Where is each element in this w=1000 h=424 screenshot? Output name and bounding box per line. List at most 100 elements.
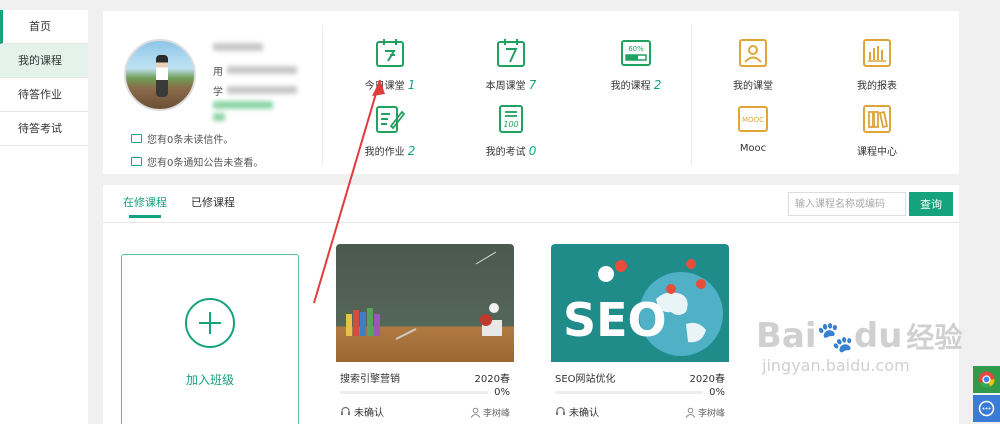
avatar[interactable] [124,39,196,111]
headset-icon [341,406,350,415]
course-progress-text: 0% [709,387,725,398]
course-teacher: 李树峰 [685,406,725,419]
stat-today-class[interactable]: 今日课堂 1 [340,38,440,92]
chrome-icon [978,371,995,388]
name-label: 用 [213,67,223,78]
watermark-url: jingyan.baidu.com [762,356,910,375]
sidebar-item-my-courses[interactable]: 我的课程 [0,44,88,78]
sidebar-item-pending-exams[interactable]: 待答考试 [0,112,88,146]
browser-button[interactable] [973,366,1000,393]
stat-label: 本周课堂 [485,81,526,92]
link-label: 我的课堂 [733,81,773,92]
course-teacher: 李树峰 [470,406,510,419]
link-label: 课程中心 [857,147,897,158]
books-icon [863,105,891,133]
user-icon [685,407,696,418]
mail-notice-text: 您有0条未读信件。 [147,135,234,146]
announce-notice[interactable]: 您有0条通知公告未查看。 [131,154,263,169]
classroom-illustration [346,251,502,340]
stat-label: 今日课堂 [364,81,405,92]
watermark-brand-cn: 经验 [906,321,963,354]
exam-100-icon: 100 [499,105,523,133]
stat-count: 2 [653,78,662,92]
course-term: 2020春 [689,374,725,385]
plus-icon [185,298,235,348]
course-cover-image[interactable]: SEO [551,244,729,362]
course-teacher-name: 李树峰 [697,409,725,419]
stat-count: 2 [407,144,416,158]
search-button[interactable]: 查询 [909,192,953,216]
course-search-input[interactable] [788,192,906,216]
stat-count: 0 [528,144,537,158]
svg-text:60%: 60% [628,45,644,53]
course-progress-bar [340,391,488,394]
course-progress-text: 0% [494,387,510,398]
seo-illustration: SEO [563,259,723,356]
course-name[interactable]: 搜索引擎营销 [340,370,400,385]
school-label: 学 [213,87,223,98]
link-label: Mooc [739,143,767,154]
badge-redacted-2 [213,113,225,121]
stat-label: 我的考试 [485,147,526,158]
divider [691,25,692,165]
sidebar-item-home[interactable]: 首页 [0,10,88,44]
tab-completed-courses[interactable]: 已修课程 [191,194,235,218]
stat-my-homework[interactable]: 我的作业 2 [340,104,440,158]
sidebar: 首页 我的课程 待答作业 待答考试 [0,10,88,424]
course-status-text: 未确认 [354,408,384,419]
course-name[interactable]: SEO网站优化 [555,370,616,385]
link-my-classroom[interactable]: 我的课堂 [703,38,803,92]
stat-my-exams[interactable]: 100 我的考试 0 [461,104,561,158]
stat-label: 我的作业 [364,147,405,158]
divider [322,25,323,165]
course-panel: 在修课程 已修课程 查询 加入班级 搜索引擎营销 2020春 [103,185,959,424]
clock-calendar-icon [376,39,404,67]
announcement-icon [131,157,142,166]
avatar-figure [156,55,168,97]
course-card[interactable]: SEO SEO网站优化 2020春 0% 未确认 李树峰 [551,244,729,424]
mooc-icon: MOOC [738,106,768,132]
badge-redacted [213,101,273,109]
join-class-label: 加入班级 [185,373,234,387]
svg-text:SEO: SEO [563,293,667,347]
user-icon [470,407,481,418]
link-my-report[interactable]: 我的报表 [827,38,927,92]
chat-button[interactable] [973,395,1000,422]
homework-pencil-icon [376,106,406,133]
school-redacted [227,86,297,94]
mail-icon [131,134,142,143]
stat-count: 7 [528,78,537,92]
stat-week-class[interactable]: 本周课堂 7 [461,38,561,92]
course-status: 未确认 [340,404,384,419]
course-term: 2020春 [474,374,510,385]
tab-current-courses[interactable]: 在修课程 [123,194,167,218]
svg-text:100: 100 [503,120,518,129]
course-progress-bar [555,391,703,394]
stat-my-courses[interactable]: 60% 我的课程 2 [586,38,686,92]
paw-icon: 🐾 [816,320,854,355]
mail-notice[interactable]: 您有0条未读信件。 [131,131,233,146]
course-card[interactable]: 搜索引擎营销 2020春 0% 未确认 李树峰 [336,244,514,424]
baidu-watermark: Bai🐾du 经验 jingyan.baidu.com [756,318,962,375]
stat-count: 1 [407,78,416,92]
announce-notice-text: 您有0条通知公告未查看。 [147,158,264,169]
watermark-brand: Bai [756,316,817,356]
link-mooc[interactable]: MOOC Mooc [703,104,803,154]
svg-text:MOOC: MOOC [742,116,764,124]
progress-60-icon: 60% [621,40,651,66]
join-class-card[interactable]: 加入班级 [121,254,299,424]
sidebar-item-pending-homework[interactable]: 待答作业 [0,78,88,112]
link-label: 我的报表 [857,81,897,92]
bar-report-icon [863,39,891,67]
watermark-brand-2: du [853,316,903,356]
username-redacted [213,43,263,51]
course-cover-image[interactable] [336,244,514,362]
person-board-icon [739,39,767,67]
link-course-center[interactable]: 课程中心 [827,104,927,158]
course-status-text: 未确认 [569,408,599,419]
stat-label: 我的课程 [610,81,651,92]
course-teacher-name: 李树峰 [482,409,510,419]
tab-divider [103,222,959,223]
headset-icon [556,406,565,415]
name-redacted [227,66,297,74]
